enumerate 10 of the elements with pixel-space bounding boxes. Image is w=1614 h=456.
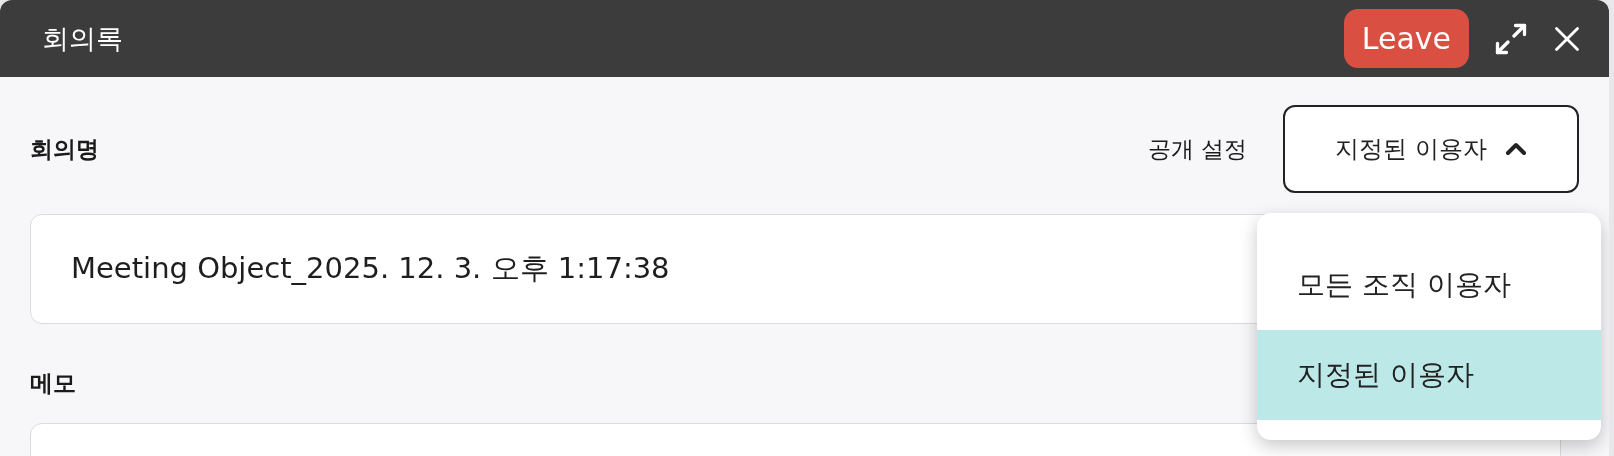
- visibility-label: 공개 설정: [1147, 134, 1247, 164]
- field-label: 회의명: [30, 134, 99, 164]
- leave-button[interactable]: Leave: [1343, 9, 1469, 68]
- window-title: 회의록: [42, 21, 124, 56]
- visibility-select[interactable]: 지정된 이용자: [1283, 105, 1579, 193]
- close-icon[interactable]: [1553, 24, 1581, 53]
- caret-icon: [1504, 142, 1527, 156]
- dropdown-option[interactable]: 모든 조직 이용자: [1257, 240, 1601, 330]
- dropdown-option[interactable]: 지정된 이용자: [1257, 330, 1601, 420]
- field-label: 메모: [30, 370, 76, 396]
